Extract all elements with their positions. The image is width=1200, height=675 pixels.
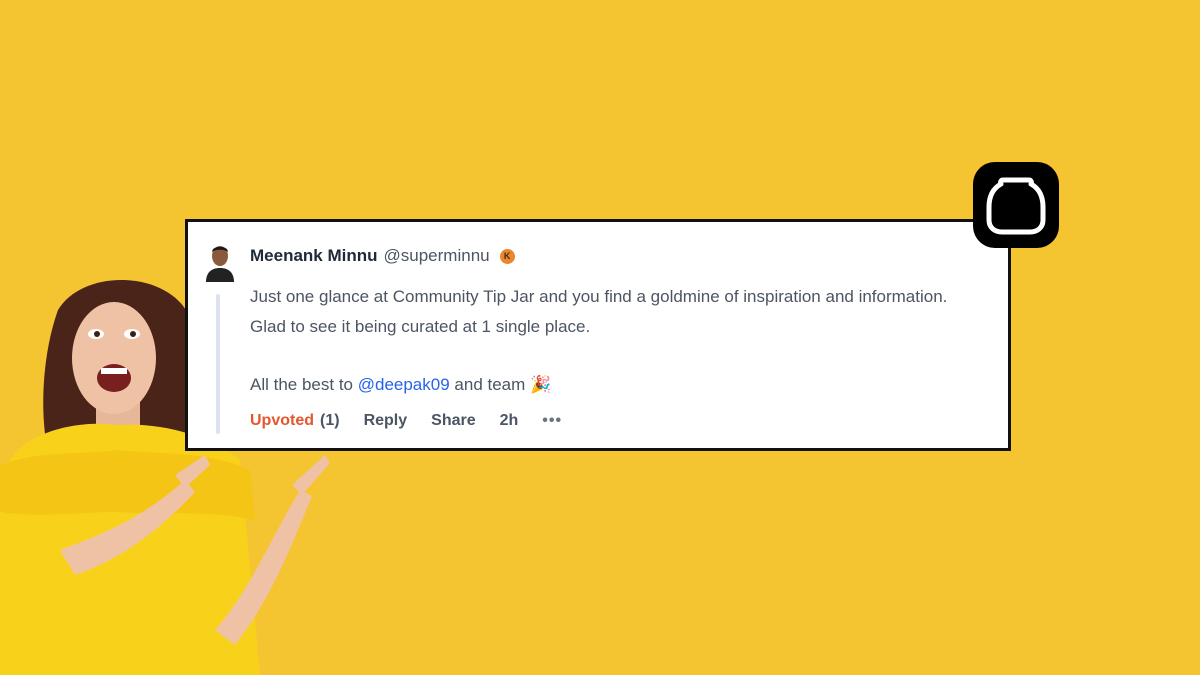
upvote-button[interactable]: Upvoted (1) xyxy=(250,412,340,430)
comment-actions: Upvoted (1) Reply Share 2h ••• xyxy=(250,412,562,430)
jar-logo-icon xyxy=(973,162,1059,248)
upvote-count: (1) xyxy=(320,412,340,429)
comment-card: Meenank Minnu @superminnu K Just one gla… xyxy=(185,219,1011,451)
author-handle[interactable]: @superminnu xyxy=(384,246,490,266)
reply-button[interactable]: Reply xyxy=(364,412,408,430)
thread-line[interactable] xyxy=(216,294,220,434)
comment-line-3-prefix: All the best to xyxy=(250,375,358,394)
comment-body: Just one glance at Community Tip Jar and… xyxy=(250,282,1000,400)
author-name[interactable]: Meenank Minnu xyxy=(250,246,378,266)
upvoted-label: Upvoted xyxy=(250,412,314,429)
user-avatar[interactable] xyxy=(202,240,238,282)
promo-canvas: Meenank Minnu @superminnu K Just one gla… xyxy=(0,0,1200,675)
comment-line-1: Just one glance at Community Tip Jar and… xyxy=(250,287,948,306)
comment-line-3: All the best to @deepak09 and team 🎉 xyxy=(250,370,1000,400)
timestamp: 2h xyxy=(499,412,519,429)
share-button[interactable]: Share xyxy=(431,412,475,430)
more-options-icon[interactable]: ••• xyxy=(542,412,562,430)
karma-badge: K xyxy=(499,248,515,264)
mention-link[interactable]: @deepak09 xyxy=(358,375,450,394)
comment-header: Meenank Minnu @superminnu K xyxy=(250,244,515,268)
comment-line-3-suffix: and team 🎉 xyxy=(449,375,552,394)
comment-line-2: Glad to see it being curated at 1 single… xyxy=(250,317,591,336)
